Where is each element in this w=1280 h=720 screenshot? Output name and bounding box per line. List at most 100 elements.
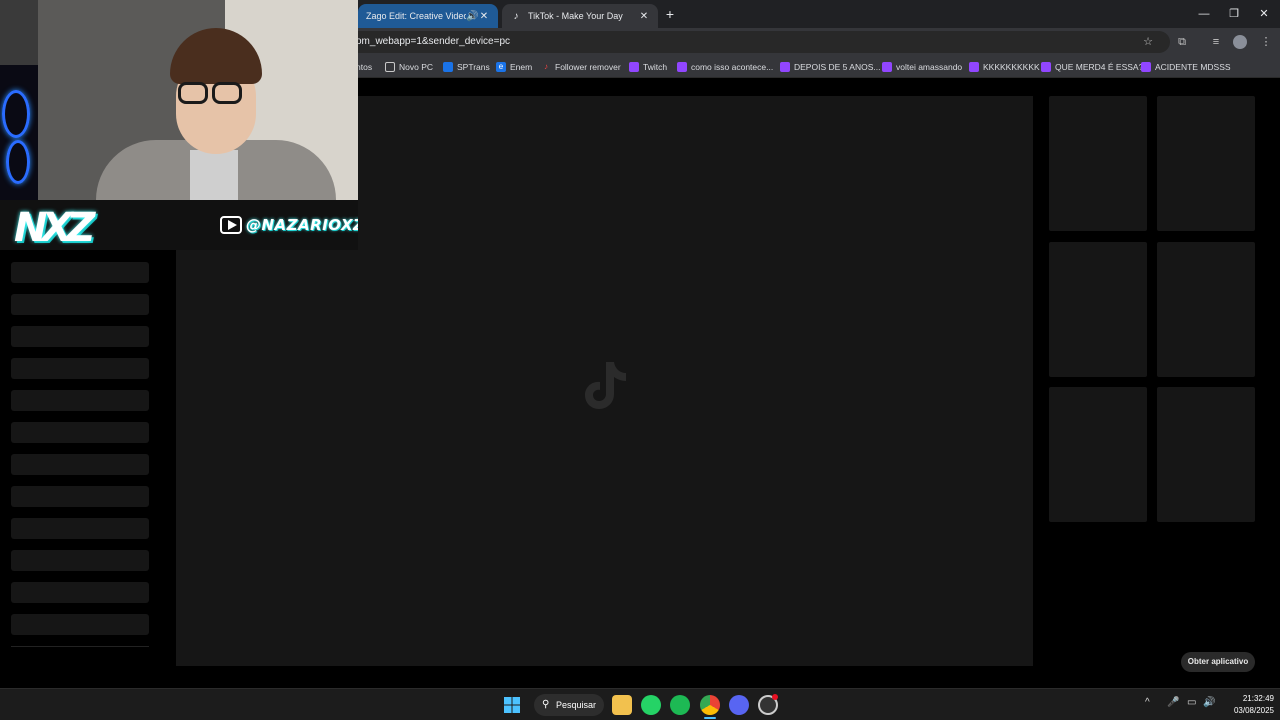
chevron-up-icon[interactable]: ^	[1145, 697, 1150, 708]
bookmark-item[interactable]: ntos	[356, 60, 372, 74]
bookmark-item[interactable]: ACIDENTE MDSSS	[1141, 60, 1231, 74]
bookmark-label: Twitch	[643, 62, 668, 72]
bookmark-item[interactable]: ♪ Follower remover	[541, 60, 621, 74]
bookmark-label: como isso acontece...	[691, 62, 774, 72]
bookmark-label: voltei amassando	[896, 62, 963, 72]
sidebar-skeleton-item	[11, 614, 149, 635]
microphone-icon[interactable]: 🎤	[1167, 697, 1179, 708]
bookmark-item[interactable]: Novo PC	[385, 60, 433, 74]
sidebar-skeleton-item	[11, 454, 149, 475]
video-thumbnail-skeleton[interactable]	[1157, 96, 1255, 231]
tiktok-logo-icon	[585, 362, 626, 409]
spotify-icon[interactable]	[670, 695, 690, 715]
bookmark-item[interactable]: como isso acontece...	[677, 60, 773, 74]
tab-title: TikTok - Make Your Day	[528, 11, 623, 21]
whatsapp-icon[interactable]	[641, 695, 661, 715]
bookmark-item[interactable]: Twitch	[629, 60, 667, 74]
video-thumbnail-skeleton[interactable]	[1157, 242, 1255, 377]
sidebar-skeleton-item	[11, 262, 149, 283]
sidebar-skeleton-item	[11, 582, 149, 603]
rgb-fan	[2, 90, 30, 138]
tiktok-icon: ♪	[544, 62, 548, 71]
chrome-icon[interactable]	[700, 695, 720, 715]
menu-kebab-icon[interactable]: ⋮	[1258, 34, 1274, 50]
bookmark-label: ACIDENTE MDSSS	[1155, 62, 1231, 72]
webcam-overlay: NXZ @NAZARIOXZ	[0, 0, 358, 250]
tiktok-favicon-icon: ♪	[513, 10, 519, 22]
system-clock[interactable]: 21:32:49 03/08/2025	[1222, 693, 1274, 717]
bookmark-label: SPTrans	[457, 62, 490, 72]
nxz-logo: NXZ	[14, 205, 95, 250]
file-explorer-icon[interactable]	[612, 695, 632, 715]
sidebar-divider	[11, 646, 149, 647]
twitch-icon	[780, 62, 790, 72]
video-thumbnail-skeleton[interactable]	[1049, 387, 1147, 522]
bookmark-item[interactable]: QUE MERD4 É ESSA?	[1041, 60, 1143, 74]
glasses-lens	[178, 82, 208, 104]
bookmark-item[interactable]: KKKKKKKKKK	[969, 60, 1040, 74]
tab-title: Zago Edit: Creative Video S	[366, 11, 466, 21]
twitch-icon	[882, 62, 892, 72]
sidebar-skeleton-item	[11, 326, 149, 347]
minimize-button[interactable]: —	[1194, 6, 1214, 22]
sidebar-skeleton-item	[11, 390, 149, 411]
folder-icon	[385, 62, 395, 72]
rgb-fan	[6, 140, 30, 184]
twitch-icon	[677, 62, 687, 72]
bookmark-label: ntos	[356, 62, 373, 72]
video-thumbnail-skeleton[interactable]	[1049, 96, 1147, 231]
media-control-icon[interactable]: ≡	[1208, 34, 1224, 50]
sptrans-icon	[443, 62, 453, 72]
tab-tiktok[interactable]: ♪ TikTok - Make Your Day ✕	[502, 4, 658, 28]
twitch-icon	[1041, 62, 1051, 72]
profile-avatar[interactable]	[1233, 35, 1247, 49]
network-icon[interactable]: ▭	[1187, 697, 1196, 708]
bookmark-item[interactable]: DEPOIS DE 5 ANOS...	[780, 60, 880, 74]
tab-zago-edit[interactable]: Zago Edit: Creative Video S 🔊 ✕	[358, 4, 498, 28]
close-tab-icon[interactable]: ✕	[478, 11, 490, 22]
bookmark-item[interactable]: SPTrans	[443, 60, 490, 74]
bookmark-item[interactable]: e Enem	[496, 60, 532, 74]
discord-icon[interactable]	[729, 695, 749, 715]
video-thumbnail-skeleton[interactable]	[1049, 242, 1147, 377]
enem-icon: e	[496, 62, 506, 72]
bookmark-label: Enem	[510, 62, 533, 72]
active-app-indicator	[704, 717, 716, 719]
sidebar-skeleton-item	[11, 550, 149, 571]
maximize-button[interactable]: ❐	[1224, 6, 1244, 22]
search-label: Pesquisar	[556, 700, 597, 710]
bookmark-label: QUE MERD4 É ESSA?	[1055, 62, 1144, 72]
sidebar-skeleton-item	[11, 422, 149, 443]
screen: Zago Edit: Creative Video S 🔊 ✕ ♪ TikTok…	[0, 0, 1280, 720]
windows-start-icon[interactable]	[502, 695, 522, 715]
bookmark-label: KKKKKKKKKK	[983, 62, 1040, 72]
url-text: om_webapp=1&sender_device=pc	[356, 36, 510, 47]
bookmark-label: DEPOIS DE 5 ANOS...	[794, 62, 881, 72]
notification-badge	[772, 694, 778, 700]
extensions-icon[interactable]: ⧉	[1174, 34, 1190, 50]
bookmark-star-icon[interactable]: ☆	[1140, 34, 1156, 50]
volume-icon[interactable]: 🔊	[1203, 697, 1215, 708]
get-app-button[interactable]: Obter aplicativo	[1181, 652, 1255, 672]
taskbar-search-button[interactable]: ⚲ Pesquisar	[534, 694, 604, 716]
twitch-icon	[1141, 62, 1151, 72]
clock-date: 03/08/2025	[1233, 706, 1274, 715]
new-tab-button[interactable]: +	[662, 6, 678, 22]
clock-time: 21:32:49	[1242, 694, 1274, 703]
speaker-icon[interactable]: 🔊	[466, 11, 478, 22]
bookmark-label: Novo PC	[399, 62, 434, 72]
bookmark-item[interactable]: voltei amassando	[882, 60, 962, 74]
glasses-lens	[212, 82, 242, 104]
address-bar[interactable]: om_webapp=1&sender_device=pc	[340, 31, 1170, 53]
windows-taskbar: ⚲ Pesquisar ^ 🎤 ▭ 🔊 21:32:49 03/08/2025	[0, 688, 1280, 720]
video-thumbnail-skeleton[interactable]	[1157, 387, 1255, 522]
sidebar-skeleton-item	[11, 358, 149, 379]
close-tab-icon[interactable]: ✕	[638, 11, 650, 22]
twitch-icon	[629, 62, 639, 72]
search-icon: ⚲	[542, 699, 550, 710]
twitch-icon	[969, 62, 979, 72]
bookmark-label: Follower remover	[555, 62, 621, 72]
sidebar-skeleton-item	[11, 294, 149, 315]
channel-handle: @NAZARIOXZ	[246, 216, 358, 234]
close-window-button[interactable]: ✕	[1254, 6, 1274, 22]
